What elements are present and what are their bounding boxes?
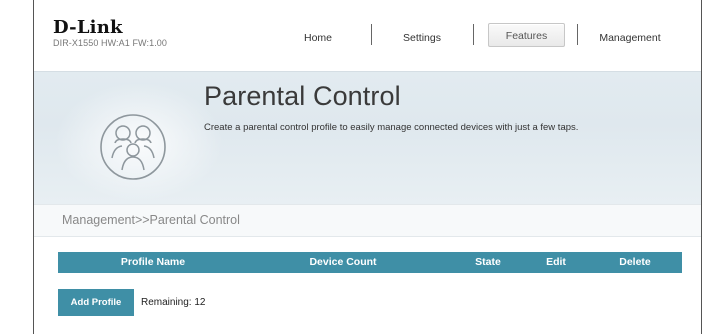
column-device-count: Device Count	[309, 256, 377, 268]
main-nav: Home Settings Features Management	[34, 0, 701, 71]
column-edit: Edit	[546, 256, 566, 268]
nav-settings[interactable]: Settings	[394, 28, 450, 48]
breadcrumb-bar: Management>>Parental Control	[34, 204, 701, 237]
column-delete: Delete	[619, 256, 651, 268]
page-banner: Parental Control Create a parental contr…	[34, 71, 701, 204]
column-state: State	[475, 256, 501, 268]
nav-divider	[473, 24, 474, 45]
family-icon	[100, 114, 166, 180]
profiles-table-header: Profile Name Device Count State Edit Del…	[58, 252, 682, 273]
nav-divider	[577, 24, 578, 45]
nav-home[interactable]: Home	[295, 28, 341, 48]
add-profile-button[interactable]: Add Profile	[58, 289, 134, 316]
top-header: D-Link DIR-X1550 HW:A1 FW:1.00 Home Sett…	[34, 0, 701, 71]
page-title: Parental Control	[204, 81, 401, 111]
column-profile-name: Profile Name	[120, 256, 186, 268]
page-description: Create a parental control profile to eas…	[204, 122, 579, 133]
nav-divider	[371, 24, 372, 45]
nav-management[interactable]: Management	[590, 28, 670, 48]
breadcrumb: Management>>Parental Control	[62, 213, 240, 227]
router-admin-page: D-Link DIR-X1550 HW:A1 FW:1.00 Home Sett…	[33, 0, 702, 334]
remaining-count: Remaining: 12	[141, 297, 206, 308]
nav-features[interactable]: Features	[488, 23, 565, 47]
